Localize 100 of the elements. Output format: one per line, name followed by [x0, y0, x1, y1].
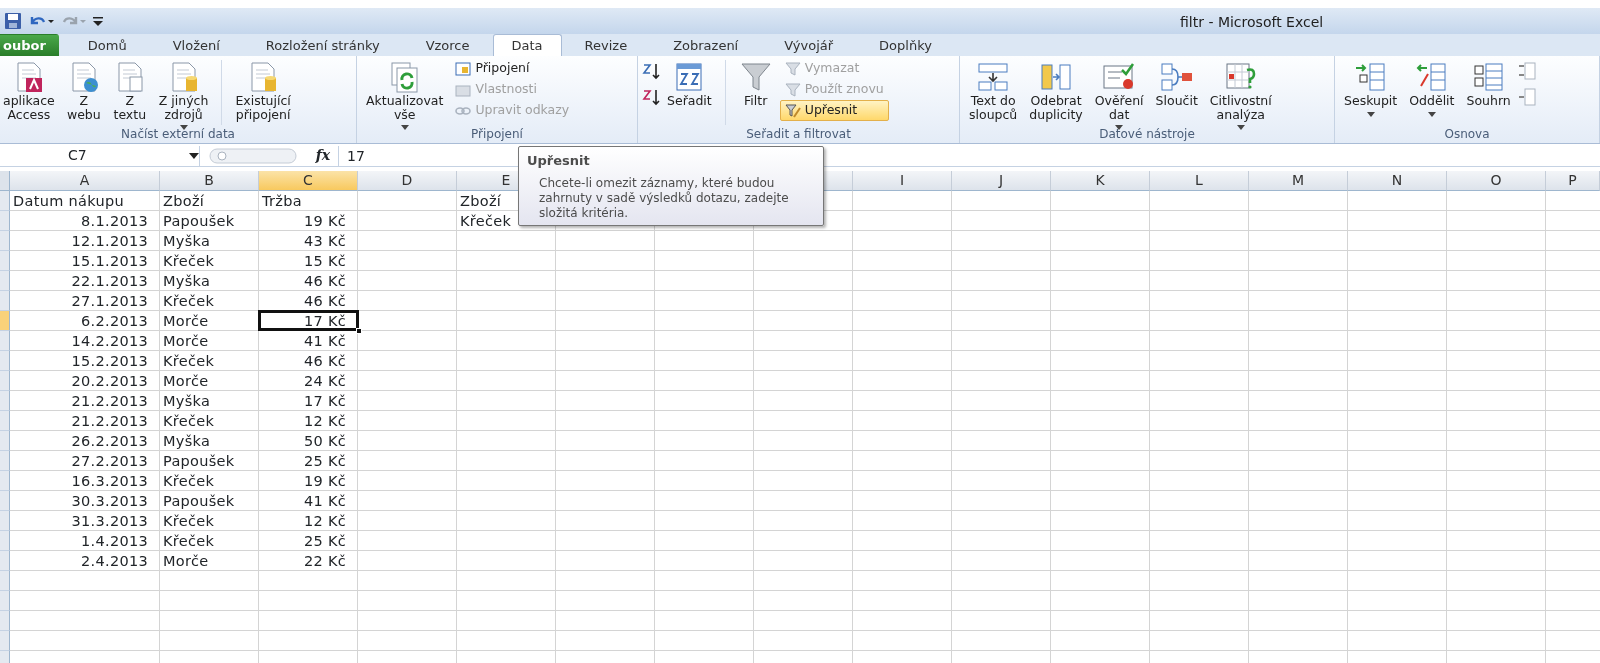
- cell-text: Papoušek: [163, 451, 235, 470]
- ribbon-small-button[interactable]: Upřesnit: [779, 100, 889, 121]
- column-header[interactable]: P: [1546, 171, 1600, 191]
- column-header[interactable]: B: [160, 171, 259, 191]
- ribbon-button[interactable]: Existující připojení: [230, 58, 296, 123]
- cell-text: Morče: [163, 371, 209, 390]
- cell-text: 21.2.2013: [71, 391, 148, 410]
- group-label: Datové nástroje: [1098, 127, 1196, 143]
- cell-text: 22.1.2013: [71, 271, 148, 290]
- window-title: filtr - Microsoft Excel: [1180, 13, 1324, 32]
- cell-text: 1.4.2013: [81, 531, 148, 550]
- cell-text: Papoušek: [163, 491, 235, 510]
- ribbon-tab[interactable]: Zobrazení: [650, 34, 762, 56]
- cell-text: Křeček: [163, 251, 215, 270]
- column-header[interactable]: J: [952, 171, 1051, 191]
- column-header[interactable]: D: [358, 171, 457, 191]
- ribbon-button[interactable]: Citlivostní analýza: [1204, 58, 1277, 132]
- group-label: Seřadit a filtrovat: [745, 127, 852, 143]
- cell-text: Myška: [163, 271, 211, 290]
- cell-text: 8.1.2013: [81, 211, 148, 230]
- column-header[interactable]: A: [10, 171, 160, 191]
- group-label: Osnova: [1443, 127, 1491, 143]
- cell-text: 50 Kč: [303, 431, 346, 450]
- cell-text: 41 Kč: [303, 491, 346, 510]
- file-tab[interactable]: oubor: [0, 34, 59, 56]
- ribbon-button[interactable]: Oddělit: [1404, 58, 1460, 119]
- column-header[interactable]: M: [1249, 171, 1348, 191]
- ribbon-button[interactable]: Z webu: [61, 58, 106, 123]
- cell-text: Křeček: [163, 411, 215, 430]
- ribbon-tab[interactable]: Vývojář: [761, 34, 857, 56]
- cell-text: Zboží: [163, 191, 205, 210]
- cell-text: 27.1.2013: [71, 291, 148, 310]
- cell-text: Zboží: [460, 191, 502, 210]
- cell-text: 21.2.2013: [71, 411, 148, 430]
- cell-reference: C7: [68, 146, 88, 165]
- cell-text: 46 Kč: [303, 291, 346, 310]
- cell-text: 20.2.2013: [71, 371, 148, 390]
- group-label: Načíst externí data: [120, 127, 236, 143]
- cell-text: 43 Kč: [303, 231, 346, 250]
- cell-text: 41 Kč: [303, 331, 346, 350]
- ribbon-tab[interactable]: Rozložení stránky: [242, 34, 403, 56]
- ribbon-tab[interactable]: Revize: [561, 34, 651, 56]
- cell-text: Křeček: [163, 291, 215, 310]
- cell-text: 19 Kč: [303, 471, 346, 490]
- ribbon-button[interactable]: Odebrat duplicity: [1024, 58, 1088, 123]
- cell-text: 17 Kč: [303, 391, 346, 410]
- column-header[interactable]: N: [1348, 171, 1447, 191]
- group-label: Připojení: [470, 127, 524, 143]
- ribbon-tab[interactable]: Vzorce: [402, 34, 493, 56]
- cell-text: 30.3.2013: [71, 491, 148, 510]
- column-header[interactable]: I: [853, 171, 952, 191]
- column-header[interactable]: K: [1051, 171, 1150, 191]
- cell-text: Morče: [163, 551, 209, 570]
- ribbon-button[interactable]: Filtr: [733, 58, 778, 110]
- cell-text: 22 Kč: [303, 551, 346, 570]
- insert-function-button[interactable]: fx: [308, 145, 338, 166]
- ribbon-tab[interactable]: Domů: [64, 34, 150, 56]
- cell-text: Morče: [163, 311, 209, 330]
- cell-text: Myška: [163, 231, 211, 250]
- cell-text: 16.3.2013: [71, 471, 148, 490]
- cell-text: Myška: [163, 431, 211, 450]
- cell-text: 15.2.2013: [71, 351, 148, 370]
- cell-text: 2.4.2013: [81, 551, 148, 570]
- ribbon-tab[interactable]: Data: [492, 34, 562, 56]
- cell-text: 15.1.2013: [71, 251, 148, 270]
- ribbon-button[interactable]: Text do sloupců: [964, 58, 1023, 123]
- cell-text: Křeček: [163, 351, 215, 370]
- column-header[interactable]: O: [1447, 171, 1546, 191]
- cell-text: Křeček: [460, 211, 512, 230]
- cell-text: 12 Kč: [303, 511, 346, 530]
- cell-text: Datum nákupu: [13, 191, 124, 210]
- ribbon-button[interactable]: aplikace Access: [0, 58, 60, 123]
- cell-text: 17 Kč: [303, 311, 346, 330]
- cell-text: 24 Kč: [303, 371, 346, 390]
- cell-text: 27.2.2013: [71, 451, 148, 470]
- ribbon-tab[interactable]: Doplňky: [856, 34, 955, 56]
- cell-text: 25 Kč: [303, 451, 346, 470]
- cell-text: Papoušek: [163, 211, 235, 230]
- ribbon-button[interactable]: Souhrn: [1461, 58, 1516, 110]
- ribbon-tab[interactable]: Vložení: [149, 34, 243, 56]
- cell-text: 31.3.2013: [71, 511, 148, 530]
- column-header[interactable]: L: [1150, 171, 1249, 191]
- ribbon-button[interactable]: Sloučit: [1150, 58, 1203, 110]
- cell-text: 26.2.2013: [71, 431, 148, 450]
- ribbon-button[interactable]: Z textu: [107, 58, 152, 123]
- cell-text: Křeček: [163, 531, 215, 550]
- cell-text: 12 Kč: [303, 411, 346, 430]
- ribbon-button[interactable]: Seskupit: [1339, 58, 1403, 119]
- ribbon-small-button[interactable]: Připojení: [450, 58, 575, 79]
- ribbon-button[interactable]: Seřadit: [662, 58, 717, 110]
- cell-text: 46 Kč: [303, 351, 346, 370]
- name-box[interactable]: C7: [0, 145, 200, 166]
- cell-text: 12.1.2013: [71, 231, 148, 250]
- cell-text: 15 Kč: [303, 251, 346, 270]
- ribbon-button[interactable]: Aktualizovat vše: [361, 58, 449, 132]
- column-header[interactable]: C: [259, 171, 358, 191]
- cell-text: Křeček: [163, 471, 215, 490]
- cell-text: 6.2.2013: [81, 311, 148, 330]
- cell-text: Tržba: [262, 191, 302, 210]
- cell-text: Křeček: [163, 511, 215, 530]
